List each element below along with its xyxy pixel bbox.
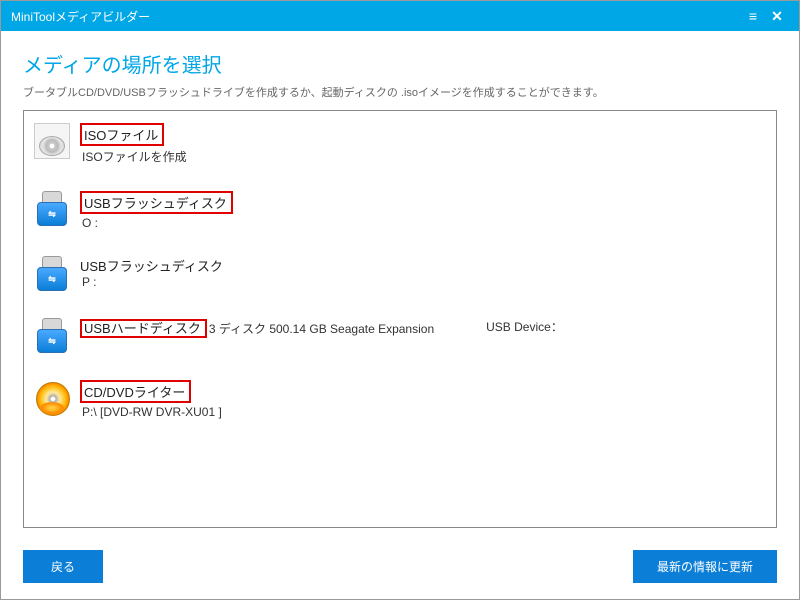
option-sublabel: P : (80, 275, 766, 289)
back-button[interactable]: 戻る (23, 550, 103, 583)
option-extra: USB Device： (484, 318, 563, 337)
option-usb-flash-o[interactable]: ⇋ USBフラッシュディスク O : (24, 183, 776, 248)
usb-hdd-icon: ⇋ (34, 318, 70, 354)
titlebar: MiniToolメディアビルダー ≡ ✕ (1, 1, 799, 31)
option-iso-file[interactable]: ISOファイル ISOファイルを作成 (24, 115, 776, 183)
page-subtitle: ブータブルCD/DVD/USBフラッシュドライブを作成するか、起動ディスクの .… (23, 84, 777, 100)
option-text: CD/DVDライター P:\ [DVD-RW DVR-XU01 ] (80, 380, 766, 419)
option-usb-flash-p[interactable]: ⇋ USBフラッシュディスク P : (24, 248, 776, 310)
option-text: ISOファイル ISOファイルを作成 (80, 123, 766, 165)
option-detail: 3 ディスク 500.14 GB Seagate Expansion (207, 322, 434, 336)
content-area: メディアの場所を選択 ブータブルCD/DVD/USBフラッシュドライブを作成する… (1, 31, 799, 538)
window-title: MiniToolメディアビルダー (11, 8, 741, 25)
dvd-burn-icon (34, 380, 70, 416)
option-sublabel: ISOファイルを作成 (80, 148, 766, 165)
iso-file-icon (34, 123, 70, 159)
option-cd-dvd-writer[interactable]: CD/DVDライター P:\ [DVD-RW DVR-XU01 ] (24, 372, 776, 437)
refresh-button[interactable]: 最新の情報に更新 (633, 550, 777, 583)
option-label: USBフラッシュディスク (80, 256, 766, 275)
option-text: USBハードディスク3 ディスク 500.14 GB Seagate Expan… (80, 318, 766, 337)
page-title: メディアの場所を選択 (23, 49, 777, 78)
option-text: USBフラッシュディスク P : (80, 256, 766, 289)
usb-flash-icon: ⇋ (34, 191, 70, 227)
option-usb-hard-disk[interactable]: ⇋ USBハードディスク3 ディスク 500.14 GB Seagate Exp… (24, 310, 776, 372)
close-icon[interactable]: ✕ (765, 4, 789, 28)
option-label: USBフラッシュディスク (80, 191, 233, 214)
media-options-list: ISOファイル ISOファイルを作成 ⇋ USBフラッシュディスク O : ⇋ … (23, 110, 777, 528)
option-label: CD/DVDライター (80, 380, 191, 403)
option-label: USBハードディスク (80, 319, 207, 338)
option-sublabel: P:\ [DVD-RW DVR-XU01 ] (80, 405, 766, 419)
menu-icon[interactable]: ≡ (741, 4, 765, 28)
usb-flash-icon: ⇋ (34, 256, 70, 292)
footer: 戻る 最新の情報に更新 (1, 538, 799, 583)
option-label: ISOファイル (80, 123, 164, 146)
option-text: USBフラッシュディスク O : (80, 191, 766, 230)
option-sublabel: O : (80, 216, 766, 230)
